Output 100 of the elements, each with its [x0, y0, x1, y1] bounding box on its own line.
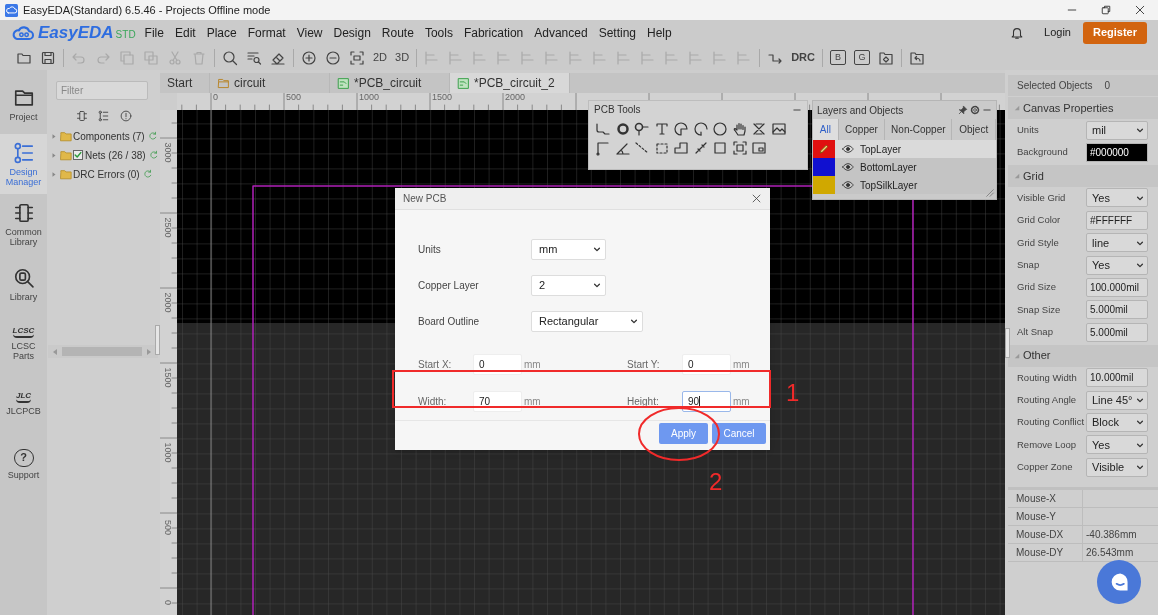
- resize-grip-icon[interactable]: [985, 188, 995, 198]
- menu-item[interactable]: File: [144, 23, 164, 42]
- layer-tab[interactable]: All: [813, 119, 839, 140]
- layer-button[interactable]: B: [829, 50, 846, 65]
- checkbox[interactable]: [73, 150, 83, 160]
- layer-tab[interactable]: Non-Copper: [885, 119, 953, 140]
- sidebar-item[interactable]: Project: [0, 111, 47, 122]
- menu-item[interactable]: Place: [206, 23, 237, 42]
- select-field[interactable]: Line 45°: [1086, 390, 1148, 410]
- panel-handle[interactable]: [155, 325, 160, 355]
- select-field[interactable]: Yes: [1086, 188, 1148, 208]
- eye-icon[interactable]: [842, 143, 854, 155]
- image-icon[interactable]: [770, 121, 787, 137]
- arc-icon[interactable]: [673, 121, 689, 137]
- zoom-out-icon[interactable]: [325, 49, 341, 66]
- select-field[interactable]: Yes: [1086, 255, 1148, 275]
- settings-icon[interactable]: [970, 105, 980, 115]
- arc-icon[interactable]: [692, 121, 709, 137]
- tree-item[interactable]: Components (7): [73, 128, 145, 144]
- dashed-line-icon[interactable]: [634, 140, 650, 156]
- zoom-in-icon[interactable]: [301, 49, 317, 66]
- menu-item[interactable]: Edit: [174, 23, 196, 42]
- toolbar-button[interactable]: 2D: [373, 49, 388, 66]
- input-field[interactable]: 10.000mil: [1086, 368, 1148, 388]
- menu-item[interactable]: Format: [247, 23, 286, 42]
- input-field[interactable]: 5.000mil: [1086, 322, 1148, 342]
- cross-icon[interactable]: [751, 121, 767, 137]
- register-button[interactable]: Register: [1082, 21, 1147, 44]
- tree-item[interactable]: Nets (26 / 38): [85, 147, 146, 163]
- circle-icon[interactable]: [712, 121, 728, 137]
- corner-line-icon[interactable]: [595, 140, 611, 156]
- close-icon[interactable]: [751, 193, 762, 204]
- menu-item[interactable]: Design: [333, 23, 371, 42]
- filter-field[interactable]: Filter: [56, 81, 148, 100]
- toolbar-button[interactable]: DRC: [791, 49, 815, 66]
- select-field[interactable]: line: [1086, 233, 1148, 253]
- scrollbar[interactable]: [48, 345, 158, 358]
- sidebar-item[interactable]: Support: [0, 469, 47, 480]
- layer-row[interactable]: BottomLayer: [813, 158, 996, 176]
- ring-icon[interactable]: [614, 121, 631, 137]
- pin-icon[interactable]: [634, 121, 650, 137]
- chip-icon[interactable]: [75, 110, 88, 122]
- hand-icon[interactable]: [731, 121, 748, 137]
- sidebar-item[interactable]: JLCPCB: [0, 406, 47, 416]
- tab-label[interactable]: circuit: [234, 74, 266, 92]
- tab-label[interactable]: *PCB_circuit: [354, 74, 422, 92]
- input-field[interactable]: 0: [682, 354, 731, 375]
- color-field[interactable]: #000000: [1086, 143, 1148, 163]
- layer-button[interactable]: G: [853, 50, 870, 65]
- net-icon[interactable]: [97, 110, 110, 122]
- select-field[interactable]: Rectangular: [531, 310, 643, 332]
- toolbar-button[interactable]: 3D: [395, 49, 410, 66]
- sidebar-item[interactable]: Common Library: [0, 226, 47, 247]
- fit-view-icon[interactable]: [349, 49, 365, 66]
- menu-item[interactable]: Route: [381, 23, 414, 42]
- input-field[interactable]: 0: [473, 354, 522, 375]
- select-field[interactable]: Visible: [1086, 457, 1148, 477]
- find-list-icon[interactable]: [246, 49, 262, 66]
- login-link[interactable]: Login: [1044, 24, 1071, 41]
- section-title[interactable]: Grid: [1023, 167, 1044, 185]
- eye-icon[interactable]: [842, 179, 854, 191]
- select-field[interactable]: Block: [1086, 413, 1148, 432]
- section-title[interactable]: Other: [1023, 347, 1051, 364]
- menu-item[interactable]: Setting: [598, 23, 636, 42]
- bell-icon[interactable]: [1010, 25, 1025, 40]
- tree-item[interactable]: DRC Errors (0): [73, 166, 140, 182]
- pin-icon[interactable]: [958, 105, 968, 115]
- select-field[interactable]: mm: [531, 238, 606, 260]
- input-field[interactable]: 70: [473, 391, 522, 412]
- menu-item[interactable]: Advanced: [534, 23, 588, 42]
- folder-arrow-icon[interactable]: [908, 49, 925, 66]
- menu-item[interactable]: View: [296, 23, 323, 42]
- close-icon[interactable]: [1134, 4, 1146, 16]
- menu-item[interactable]: Tools: [424, 23, 453, 42]
- menu-item[interactable]: Fabrication: [463, 23, 524, 42]
- layer-row[interactable]: TopSilkLayer: [813, 176, 996, 194]
- sidebar-item[interactable]: LCSC Parts: [0, 341, 47, 361]
- panel-icon[interactable]: [751, 140, 767, 156]
- target-folder-icon[interactable]: [877, 49, 894, 66]
- sidebar-item[interactable]: Library: [0, 291, 47, 302]
- search-icon[interactable]: [222, 49, 238, 66]
- menu-item[interactable]: Help: [647, 23, 672, 42]
- input-field[interactable]: #FFFFFF: [1086, 210, 1148, 230]
- eye-icon[interactable]: [842, 161, 854, 173]
- frame-icon[interactable]: [731, 140, 748, 156]
- step-shape-icon[interactable]: [673, 140, 689, 156]
- select-field[interactable]: Yes: [1086, 435, 1148, 455]
- pencil-icon[interactable]: [818, 143, 830, 155]
- info-icon[interactable]: [119, 110, 132, 122]
- layer-tab[interactable]: Copper: [838, 119, 886, 140]
- panel-handle[interactable]: [1005, 328, 1010, 358]
- layer-row[interactable]: TopLayer: [813, 140, 996, 158]
- text-tool-icon[interactable]: [653, 121, 670, 137]
- select-field[interactable]: 2: [531, 274, 606, 296]
- select-field[interactable]: mil: [1086, 120, 1148, 140]
- restore-icon[interactable]: [1100, 4, 1112, 16]
- input-field[interactable]: 100.000mil: [1086, 278, 1148, 298]
- input-field[interactable]: 5.000mil: [1086, 300, 1148, 320]
- save-icon[interactable]: [40, 49, 56, 66]
- tab-label[interactable]: Start: [167, 74, 193, 92]
